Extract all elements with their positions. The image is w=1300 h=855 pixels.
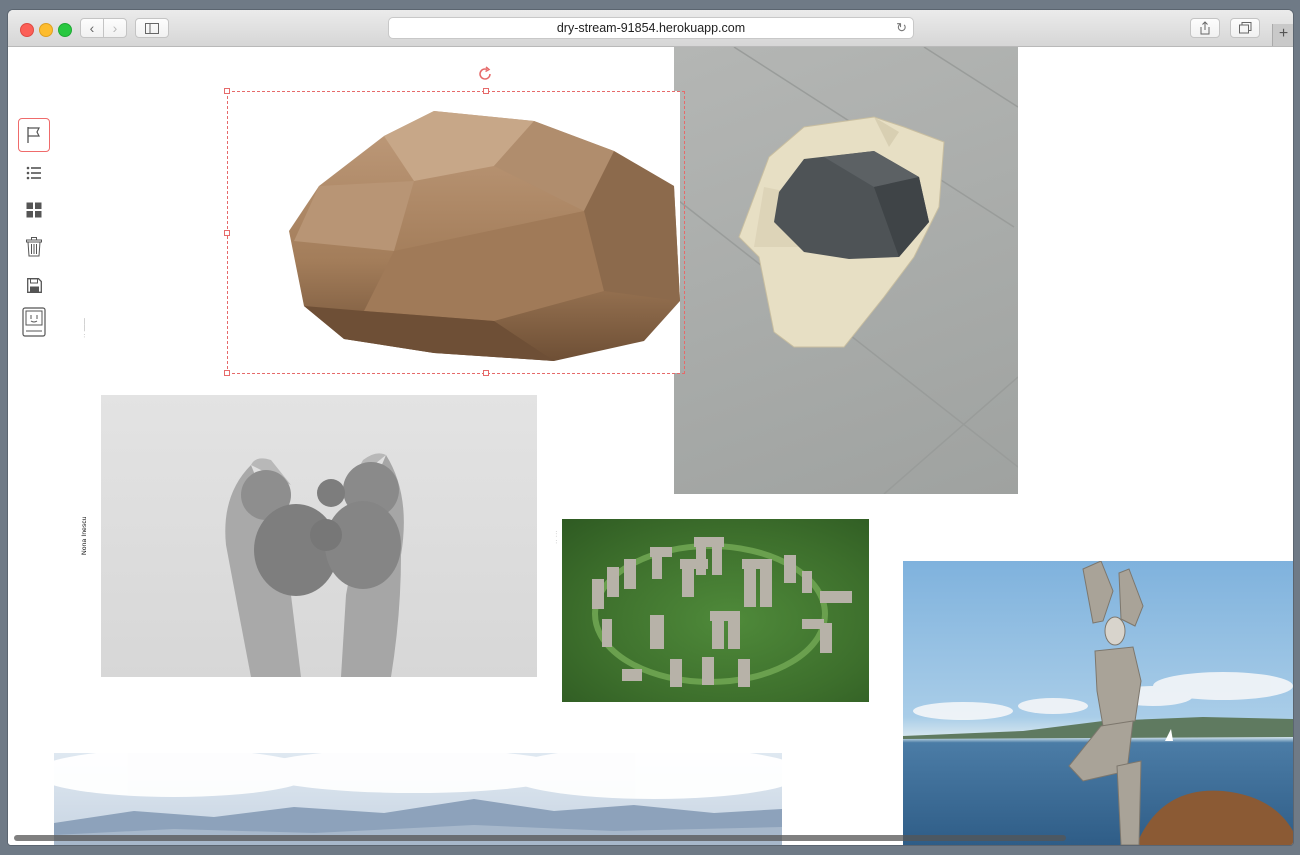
zoom-window-button[interactable]: [58, 23, 72, 37]
mountain-landscape-art: [54, 753, 782, 845]
chevron-left-icon: ‹: [89, 20, 95, 36]
resize-handle-left[interactable]: [224, 230, 230, 236]
artist-label: Nona Inescu: [81, 516, 88, 555]
mountain-landscape-image[interactable]: [54, 753, 782, 845]
horizontal-scrollbar[interactable]: [14, 835, 1066, 841]
stonehenge-image[interactable]: [562, 519, 869, 702]
minimize-window-button[interactable]: [39, 23, 53, 37]
rock-on-coat-image[interactable]: [674, 47, 1018, 494]
sidebar-toggle-button[interactable]: [135, 18, 169, 38]
save-tool[interactable]: [18, 268, 50, 302]
hands-art: [225, 453, 404, 677]
grid-icon: [26, 202, 42, 218]
new-tab-button[interactable]: +: [1272, 24, 1293, 46]
resize-handle-top-left[interactable]: [224, 88, 230, 94]
computer-icon: [22, 307, 46, 337]
reload-icon[interactable]: ↻: [896, 18, 907, 38]
list-icon: [26, 166, 41, 180]
share-button[interactable]: [1190, 18, 1220, 38]
rotate-icon[interactable]: [477, 66, 493, 82]
share-icon: [1200, 21, 1210, 35]
browser-toolbar: ‹ › dry-stream-91854.herokuapp.com ↻ +: [8, 10, 1293, 47]
url-text: dry-stream-91854.herokuapp.com: [556, 21, 746, 35]
rock-on-coat-art: [674, 47, 1018, 494]
plus-icon: +: [1278, 25, 1289, 42]
selection-box[interactable]: [224, 88, 685, 376]
resize-handle-top[interactable]: [483, 88, 489, 94]
resize-handle-bottom-left[interactable]: [224, 370, 230, 376]
address-bar[interactable]: dry-stream-91854.herokuapp.com ↻: [388, 17, 914, 39]
chevron-right-icon: ›: [112, 20, 118, 36]
browser-window: ‹ › dry-stream-91854.herokuapp.com ↻ + ·…: [8, 10, 1293, 845]
stone-sculpture-image[interactable]: [903, 561, 1293, 845]
flag-icon: [27, 127, 40, 143]
computer-tool[interactable]: [18, 305, 50, 339]
show-tabs-button[interactable]: [1230, 18, 1260, 38]
trash-icon: [26, 237, 42, 257]
floppy-disk-icon: [26, 277, 42, 293]
resize-handle-bottom[interactable]: [483, 370, 489, 376]
stone-sculpture-art: [903, 561, 1293, 845]
back-button[interactable]: ‹: [80, 18, 104, 38]
forward-button[interactable]: ›: [103, 18, 127, 38]
canvas[interactable]: ·· —— Nona Inescu ·· ···: [8, 47, 1293, 845]
hands-holding-stones-image[interactable]: [101, 395, 537, 677]
tabs-icon: [1238, 22, 1251, 34]
stonehenge-art: [592, 537, 852, 687]
grid-tool[interactable]: [18, 193, 50, 227]
image-caption: ·· ···: [553, 530, 560, 544]
vertical-caption: ·· ——: [81, 317, 88, 338]
list-tool[interactable]: [18, 156, 50, 190]
close-window-button[interactable]: [20, 23, 34, 37]
sidebar-icon: [145, 23, 159, 34]
flag-tool[interactable]: [18, 118, 50, 152]
trash-tool[interactable]: [18, 230, 50, 264]
